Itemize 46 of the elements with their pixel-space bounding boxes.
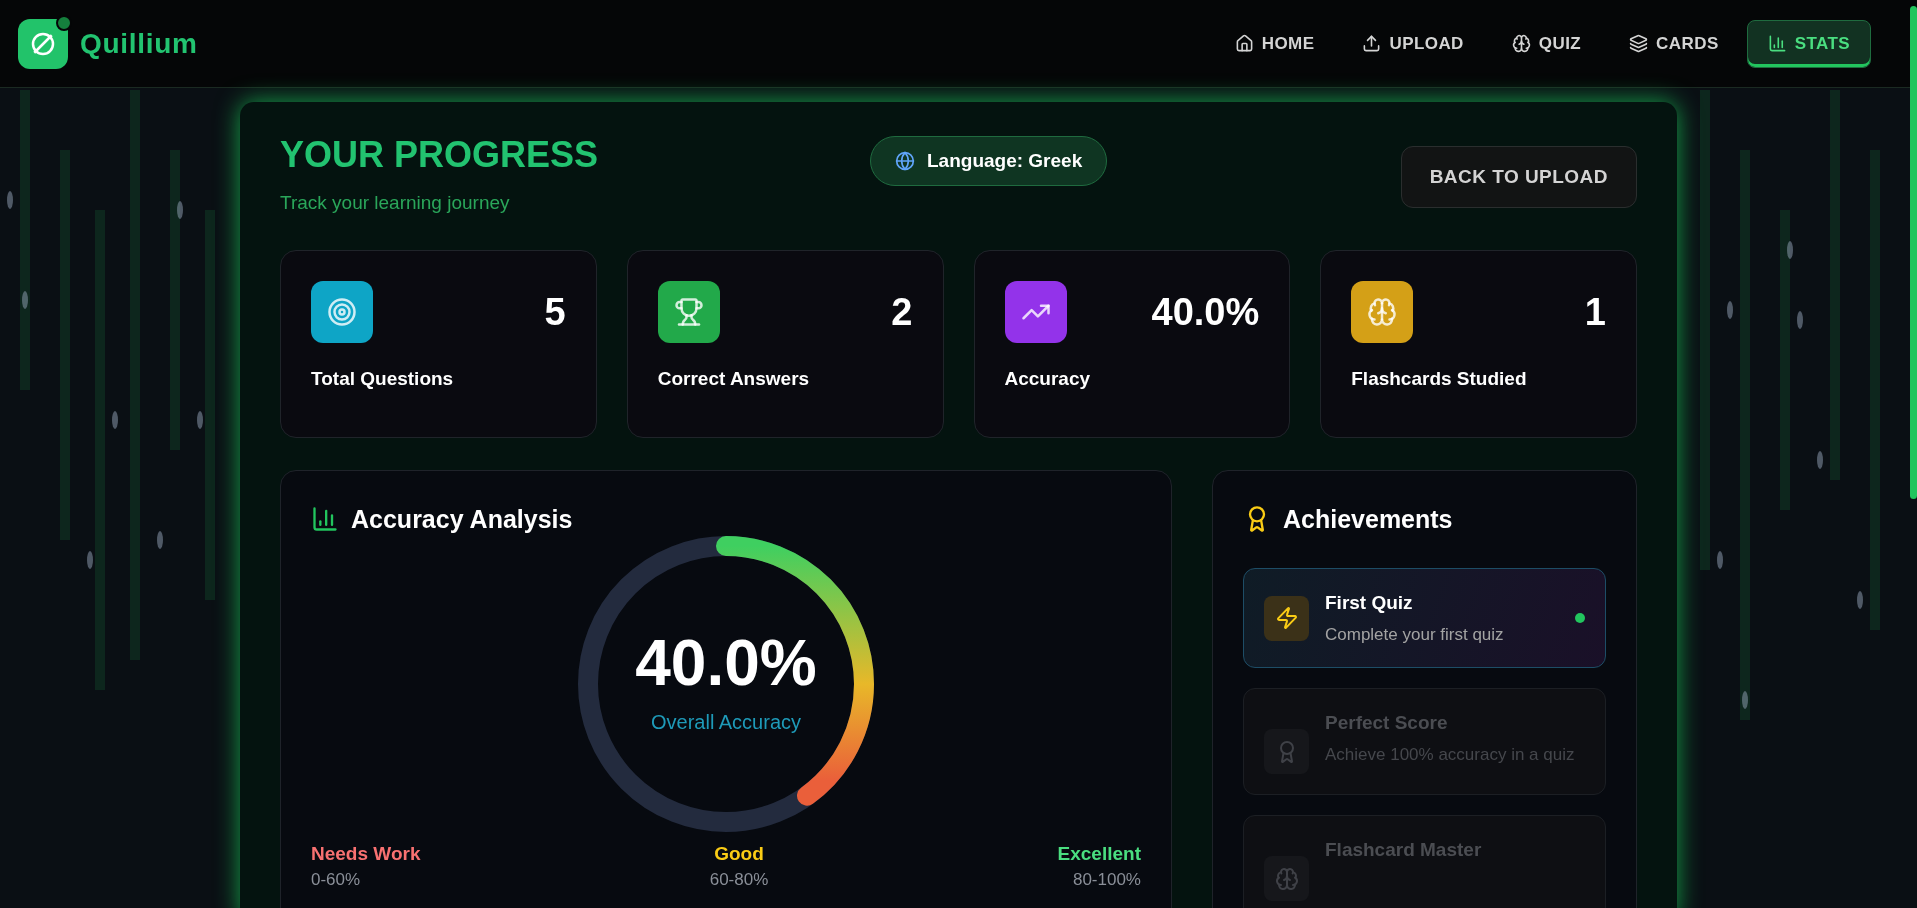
achievement-description: Achieve 100% accuracy in a quiz: [1325, 743, 1576, 766]
stat-value: 2: [891, 292, 913, 331]
band-label: Good: [714, 842, 764, 866]
stat-label: Total Questions: [311, 366, 455, 391]
page-subtitle: Track your learning journey: [280, 191, 511, 215]
house-icon: [1234, 34, 1254, 53]
stat-label: Accuracy: [1004, 366, 1092, 391]
nav-tab[interactable]: HOME: [1214, 19, 1335, 68]
back-button[interactable]: BACK TO UPLOAD: [1400, 146, 1637, 208]
card-title: Accuracy Analysis: [351, 503, 573, 535]
nav-tab[interactable]: CARDS: [1609, 19, 1739, 68]
band-range: 0-60%: [311, 868, 361, 890]
language-badge: Language: Greek: [870, 136, 1108, 186]
brain-icon: [1511, 34, 1531, 53]
globe-icon: [895, 151, 915, 171]
app-name: Quillium: [80, 26, 198, 61]
stat-label: Correct Answers: [657, 366, 811, 391]
achievement-title: Perfect Score: [1325, 711, 1449, 735]
page-title: YOUR PROGRESS: [280, 133, 600, 177]
gauge-value: 40.0%: [635, 631, 817, 695]
brain-icon: [1274, 866, 1299, 891]
stat-value: 40.0%: [1151, 292, 1260, 331]
band-range: 60-80%: [709, 868, 769, 890]
achievement-title: Flashcard Master: [1325, 838, 1483, 862]
nav-tab[interactable]: UPLOAD: [1342, 19, 1484, 68]
lightning-icon: [1274, 606, 1299, 630]
card-title: Achievements: [1283, 503, 1453, 535]
bar-chart-icon: [311, 505, 339, 534]
achievement-description: Complete your first quiz: [1325, 623, 1505, 646]
gauge-caption: Overall Accuracy: [650, 710, 802, 735]
trophy-icon: [673, 296, 704, 327]
stat-value: 5: [544, 292, 566, 331]
nav-tab[interactable]: STATS: [1746, 19, 1871, 68]
layers-icon: [1629, 34, 1649, 53]
band-label: Excellent: [1057, 842, 1141, 866]
achievement-title: First Quiz: [1325, 591, 1414, 615]
logo-icon: [18, 18, 68, 69]
brain-icon: [1367, 296, 1398, 327]
target-icon: [327, 296, 357, 327]
band-range: 80-100%: [1072, 868, 1141, 890]
nav-tab[interactable]: QUIZ: [1491, 19, 1602, 68]
upload-icon: [1362, 34, 1382, 53]
stat-label: Flashcards Studied: [1351, 366, 1528, 391]
band-label: Needs Work: [311, 842, 421, 866]
stat-value: 1: [1584, 292, 1606, 331]
bar-chart-icon: [1767, 34, 1787, 53]
